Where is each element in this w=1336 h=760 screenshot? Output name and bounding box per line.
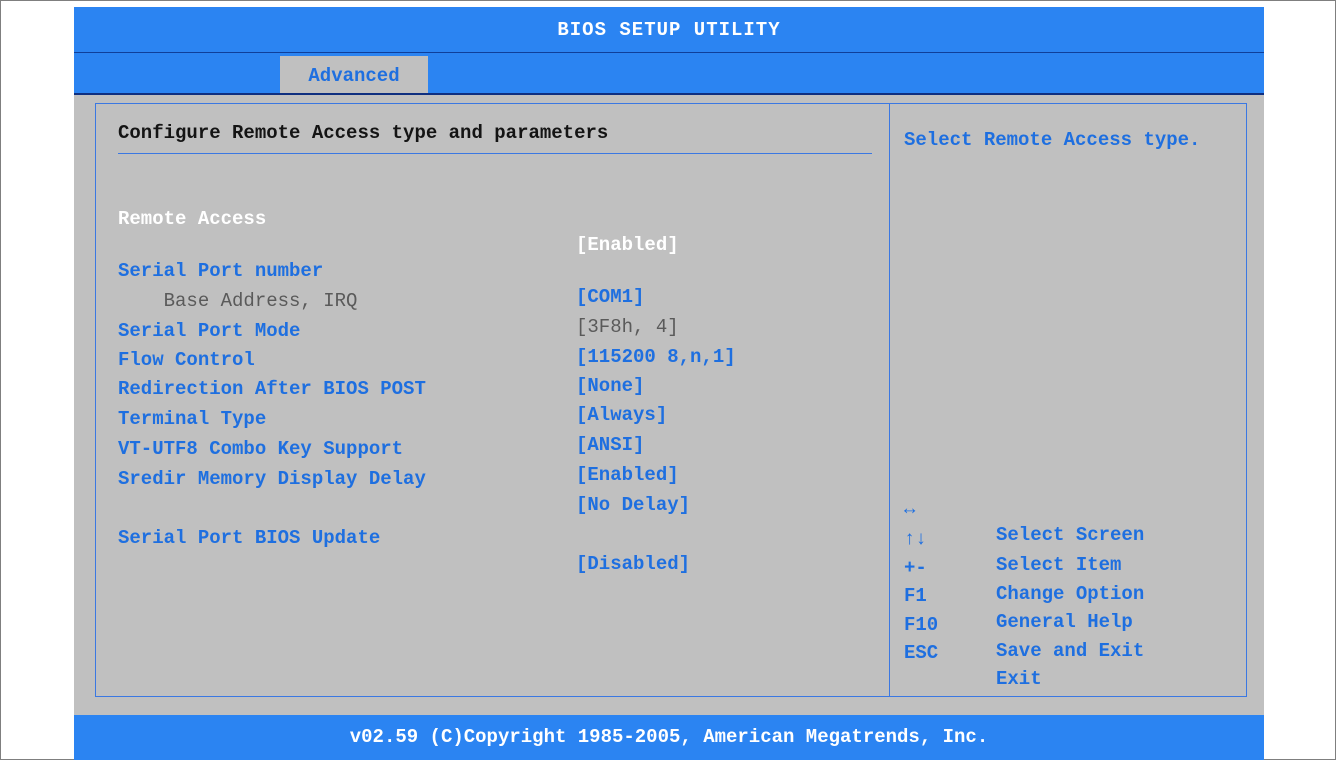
key-legend-exit: ESC Exit [904, 614, 1042, 690]
key-legend-general-help: F1 General Help [904, 557, 1133, 633]
setting-terminal-type[interactable]: Terminal Type [ANSI] [118, 380, 644, 456]
key-legend-select-screen: ↔ Select Screen [904, 470, 1144, 546]
setting-value[interactable]: [Enabled] [576, 462, 679, 488]
setting-serial-port-mode[interactable]: Serial Port Mode [115200 8,n,1] [118, 292, 736, 368]
setting-label: Serial Port BIOS Update [118, 527, 381, 549]
setting-base-address-irq: Base Address, IRQ [3F8h, 4] [118, 262, 679, 338]
setting-label: Sredir Memory Display Delay [118, 468, 426, 490]
key-legend-select-item: ↑↓ Select Item [904, 500, 1121, 576]
copyright-footer: v02.59 (C)Copyright 1985-2005, American … [74, 715, 1264, 760]
key-legend-action: Select Screen [996, 524, 1145, 546]
key-legend-action: Change Option [996, 583, 1145, 605]
key-legend-save-exit: F10 Save and Exit [904, 586, 1144, 662]
setting-value[interactable]: [COM1] [576, 284, 644, 310]
tab-advanced[interactable]: Advanced [280, 56, 428, 93]
setting-value[interactable]: [Enabled] [576, 232, 679, 258]
setting-value[interactable]: [115200 8,n,1] [576, 344, 736, 370]
setting-remote-access[interactable]: Remote Access [Enabled] [118, 180, 679, 256]
key-legend-key: ESC [904, 642, 939, 664]
setting-value: [3F8h, 4] [576, 316, 679, 338]
section-heading: Configure Remote Access type and paramet… [118, 122, 609, 144]
tab-strip-line [74, 52, 1264, 53]
bios-screen: BIOS SETUP UTILITY Advanced Configure Re… [74, 7, 1264, 760]
key-legend-action: Select Item [996, 554, 1122, 576]
setting-value[interactable]: [No Delay] [576, 492, 690, 518]
setting-flow-control[interactable]: Flow Control [None] [118, 321, 644, 397]
panel-divider [889, 103, 890, 697]
setting-serial-port-bios-update[interactable]: Serial Port BIOS Update [Disabled] [118, 499, 690, 575]
setting-redirection-after-post[interactable]: Redirection After BIOS POST [Always] [118, 350, 667, 426]
key-legend-action: General Help [996, 611, 1133, 633]
help-text: Select Remote Access type. [904, 129, 1201, 151]
setting-value[interactable]: [Disabled] [576, 551, 690, 577]
key-legend-action: Save and Exit [996, 640, 1145, 662]
setting-value[interactable]: [None] [576, 373, 644, 399]
heading-rule [118, 153, 872, 154]
setting-vt-utf8-combo-key[interactable]: VT-UTF8 Combo Key Support [Enabled] [118, 410, 679, 486]
setting-label: Remote Access [118, 208, 267, 230]
setting-label: Redirection After BIOS POST [118, 378, 426, 400]
key-legend-action: Exit [996, 668, 1042, 690]
setting-serial-port-number[interactable]: Serial Port number [COM1] [118, 232, 644, 308]
tab-strip: Advanced [74, 52, 1264, 95]
key-legend-change-option: +- Change Option [904, 529, 1144, 605]
bios-title: BIOS SETUP UTILITY [74, 7, 1264, 52]
setting-value[interactable]: [Always] [576, 402, 667, 428]
setting-sredir-memory-delay[interactable]: Sredir Memory Display Delay [No Delay] [118, 440, 690, 516]
setting-value[interactable]: [ANSI] [576, 432, 644, 458]
